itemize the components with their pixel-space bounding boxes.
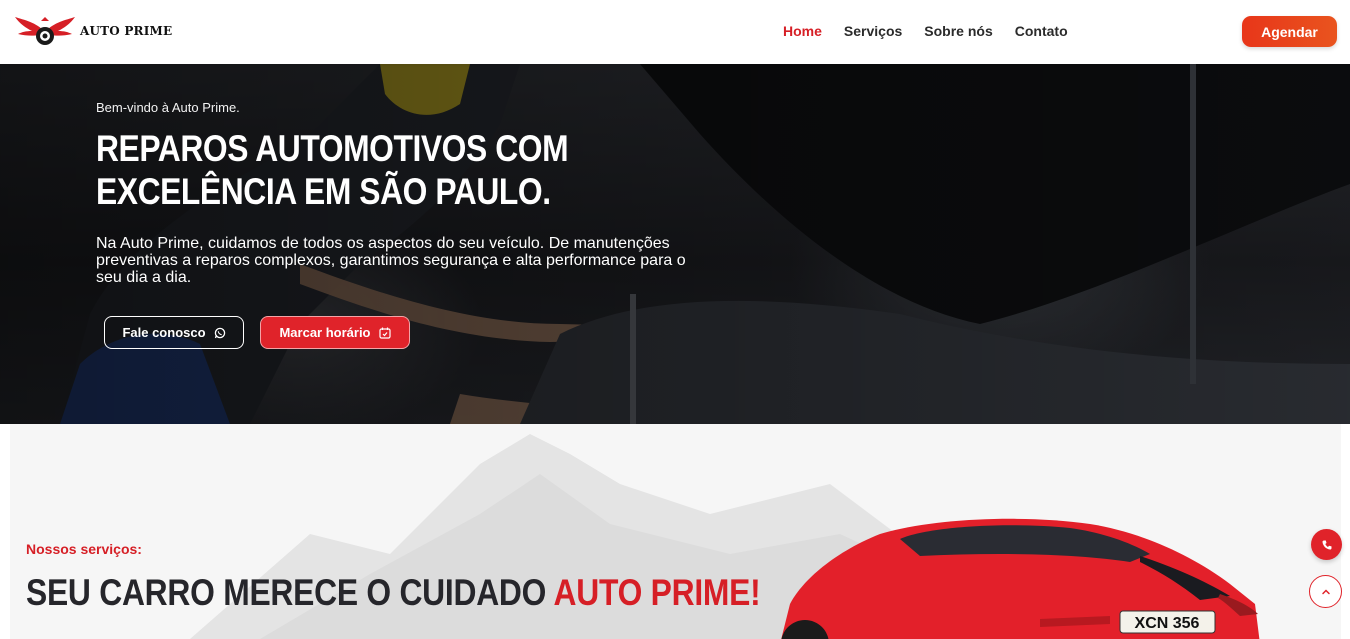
winged-wheel-logo-icon — [15, 17, 75, 45]
red-sports-car-image: XCN 356 — [781, 518, 1260, 639]
schedule-cta-button[interactable]: Agendar — [1242, 16, 1337, 47]
chevron-up-icon — [1321, 588, 1330, 594]
logo[interactable]: AUTO PRIME — [14, 14, 172, 48]
services-title-main: SEU CARRO MERECE O CUIDADO — [26, 572, 554, 613]
hero-description: Na Auto Prime, cuidamos de todos os aspe… — [96, 235, 686, 286]
nav-home[interactable]: Home — [783, 23, 822, 39]
whatsapp-icon — [214, 327, 225, 338]
nav-about[interactable]: Sobre nós — [924, 23, 992, 39]
services-title: SEU CARRO MERECE O CUIDADO AUTO PRIME! — [26, 572, 761, 614]
hero-title: REPAROS AUTOMOTIVOS COM EXCELÊNCIA EM SÃ… — [96, 128, 569, 212]
services-subtitle: Nossos serviços: — [26, 541, 142, 557]
floating-call-button[interactable] — [1311, 529, 1342, 560]
book-appointment-button[interactable]: Marcar horário — [260, 316, 410, 349]
contact-us-button[interactable]: Fale conosco — [104, 316, 244, 349]
services-section: XCN 356 Nossos serviços: SEU CARRO MEREC… — [10, 424, 1341, 639]
phone-icon — [1321, 540, 1331, 550]
scroll-to-top-button[interactable] — [1309, 575, 1342, 608]
nav-contact[interactable]: Contato — [1015, 23, 1068, 39]
hero-buttons: Fale conosco Marcar horário — [104, 316, 410, 349]
calendar-check-icon — [378, 327, 391, 339]
nav-services[interactable]: Serviços — [844, 23, 902, 39]
services-title-accent: AUTO PRIME! — [553, 572, 761, 613]
logo-text: AUTO PRIME — [80, 24, 173, 38]
hero-content: Bem-vindo à Auto Prime. REPAROS AUTOMOTI… — [96, 100, 696, 286]
site-header: AUTO PRIME Home Serviços Sobre nós Conta… — [0, 0, 1350, 64]
contact-us-label: Fale conosco — [122, 325, 206, 340]
hero-welcome: Bem-vindo à Auto Prime. — [96, 100, 240, 115]
main-nav: Home Serviços Sobre nós Contato — [783, 23, 1068, 39]
license-plate: XCN 356 — [1135, 615, 1200, 632]
hero-section: Bem-vindo à Auto Prime. REPAROS AUTOMOTI… — [0, 64, 1350, 424]
book-appointment-label: Marcar horário — [279, 325, 371, 340]
